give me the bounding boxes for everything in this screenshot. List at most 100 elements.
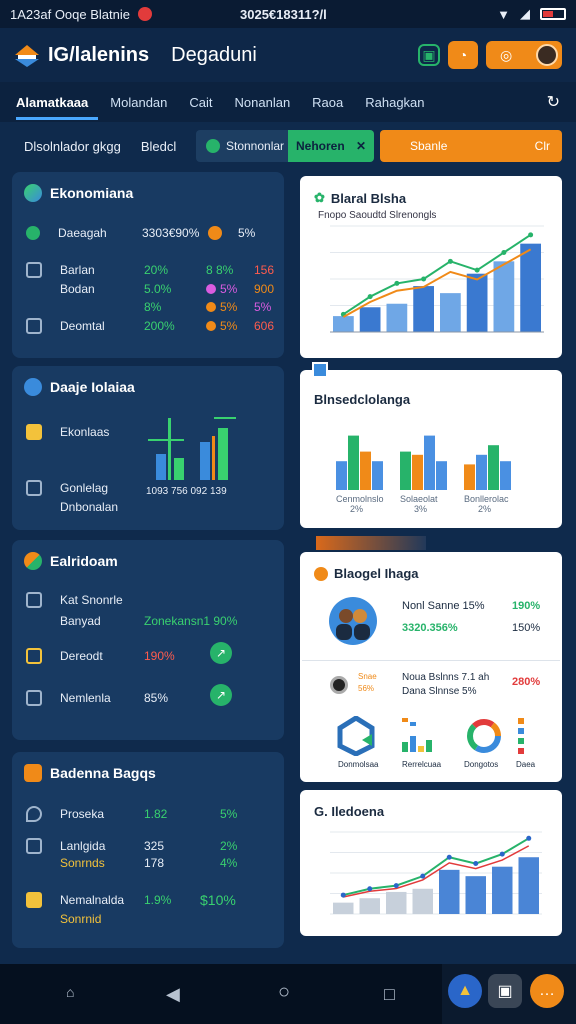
tab-alamatkaaa[interactable]: Alamatkaaa	[16, 85, 99, 120]
mini-chart-caption: 1093 756 092 139	[146, 486, 227, 497]
tab-nonanlan[interactable]: Nonanlan	[235, 85, 291, 120]
person1-value: 3320.356%	[402, 622, 458, 634]
balance-row3-value: 85%	[144, 691, 169, 705]
economics-card[interactable]: Ekonomiana Daeagah 3303€90% 5% Barlan 20…	[12, 172, 284, 358]
calendar-icon	[26, 592, 42, 608]
filter-chip-green[interactable]: Stonnonlar Nehoren ✕	[196, 130, 374, 162]
status-clock: 3025€18311?/l	[240, 6, 327, 22]
tab-rahagkan[interactable]: Rahagkan	[365, 85, 424, 120]
chart-bar	[436, 461, 447, 490]
donut-chart-icon	[467, 719, 501, 753]
people-card[interactable]: Blaogel Ihaga Nonl Sanne 15% 3320.356% 1…	[300, 552, 562, 782]
mini-bars-icon	[402, 718, 432, 752]
chart-point	[446, 854, 452, 860]
icon-label-2: Rerrelcuaa	[402, 760, 442, 769]
chart-bar	[518, 857, 539, 914]
chat-icon: ◎	[500, 46, 513, 63]
settings-icon	[330, 676, 348, 694]
progress-strip	[316, 536, 426, 550]
account-button[interactable]: ◎	[486, 41, 562, 69]
overview-chart-card[interactable]: ✿ Blaral Blsha Fnopo Saoudtd Slrenongls	[300, 176, 562, 358]
status-dot	[206, 302, 216, 312]
chart-bar	[359, 307, 381, 332]
refresh-icon[interactable]: ↻	[547, 92, 560, 112]
globe-icon	[24, 184, 42, 202]
navigate-button[interactable]: ▲	[448, 974, 482, 1008]
budget-row3-value: 1.9%	[144, 893, 172, 907]
comparison-chart-card[interactable]: Blnsedclolanga Cenmolnslo 2% Solaeolat 3% Bo…	[300, 362, 562, 528]
chat-button[interactable]: …	[530, 974, 564, 1008]
chart-point	[421, 276, 427, 282]
chart-point	[526, 835, 532, 841]
balance-title: Ealridoam	[50, 553, 118, 569]
budget-row2-value2: 178	[144, 856, 165, 870]
budget-row2-pct2: 4%	[220, 856, 238, 870]
row-extra: 156	[254, 263, 275, 277]
icon-label-1: Donmolsaa	[338, 760, 379, 769]
people-card-title: Blaogel Ihaga	[334, 566, 419, 581]
chart-bar	[386, 891, 407, 914]
trend-chart	[330, 831, 542, 915]
chart-bar	[412, 888, 433, 914]
check-button[interactable]: ↗	[210, 642, 232, 664]
chart-point	[420, 873, 426, 879]
balance-card[interactable]: Ealridoam Kat Snonrle Banyad Zonekansn1 …	[12, 540, 284, 740]
chart-bar	[386, 303, 408, 332]
row-label: Barlan	[60, 263, 95, 277]
filter-label-2[interactable]: Bledcl	[141, 139, 176, 154]
menu-icon[interactable]: ⌂	[66, 984, 74, 1000]
filter-chip-orange[interactable]: Sbanle Clr	[380, 130, 562, 162]
chart-point	[393, 883, 399, 889]
chart-bar	[476, 454, 487, 490]
trend-icon	[26, 226, 40, 240]
budget-row2-sub: Sonrnds	[60, 856, 105, 870]
filter-label-1[interactable]: Dlsolnlador gkgg	[24, 139, 121, 154]
badge-icon	[24, 764, 42, 782]
row-value: 20%	[144, 263, 169, 277]
tag-icon	[312, 362, 328, 378]
data-card[interactable]: Daaje Iolaiaa Ekonlaas Gonlelag Dnbonala…	[12, 366, 284, 530]
tab-molandan[interactable]: Molandan	[110, 85, 167, 120]
chip-orange-right: Clr	[534, 139, 550, 153]
person1-pct2: 150%	[512, 622, 541, 634]
trend-chart-card[interactable]: G. Iledoena	[300, 790, 562, 936]
status-left-text: 1A23af Ooqe Blatnie	[10, 6, 130, 22]
person2-name: Noua Bslnns 7.1 ah	[402, 672, 490, 683]
back-icon[interactable]: ◀	[166, 984, 180, 1005]
signal-icon: ◢	[520, 6, 530, 21]
row-percent: 5%	[220, 300, 238, 314]
row-value: 5.0%	[144, 282, 172, 296]
budget-card[interactable]: Badenna Bagqs Proseka 1.82 5% Lanlgida 3…	[12, 752, 284, 948]
budget-row3-sub: Sonrnid	[60, 912, 102, 926]
chip-orange-label: Sbanle	[410, 139, 448, 153]
team-avatar	[329, 597, 377, 645]
tab-cait[interactable]: Cait	[189, 85, 212, 120]
check-button[interactable]: ↗	[210, 684, 232, 706]
data-card-row2: Gonlelag	[60, 481, 109, 495]
chart-point	[474, 267, 480, 273]
recents-icon[interactable]: □	[384, 984, 395, 1005]
battery-icon	[540, 8, 566, 20]
tab-raoa[interactable]: Raoa	[312, 85, 343, 120]
overview-chart	[330, 225, 544, 333]
category-label: Solaeolat	[400, 494, 438, 504]
home-icon[interactable]: ○	[278, 981, 290, 1004]
chart-point	[367, 294, 373, 300]
icon-label-4: Daea	[516, 760, 536, 769]
close-icon[interactable]: ✕	[356, 139, 366, 153]
budget-row1: Proseka	[60, 807, 105, 821]
chip-green-label-a: Stonnonlar	[226, 139, 285, 153]
timer-button[interactable]: ◔	[448, 41, 478, 69]
legend-dots-icon	[518, 718, 524, 754]
small-label-2: 56%	[358, 684, 375, 693]
calendar-button[interactable]: ▣	[418, 44, 440, 66]
mini-bar	[174, 458, 184, 480]
person1-pct: 190%	[512, 600, 541, 612]
document-icon	[26, 892, 42, 908]
screenshot-button[interactable]: ▣	[488, 974, 522, 1008]
category-label: Bonllerolac	[464, 494, 509, 504]
row-label: Bodan	[60, 282, 95, 296]
balance-row2: Dereodt	[60, 649, 103, 663]
image-icon	[26, 690, 42, 706]
category-sub-label: 2%	[478, 504, 491, 514]
